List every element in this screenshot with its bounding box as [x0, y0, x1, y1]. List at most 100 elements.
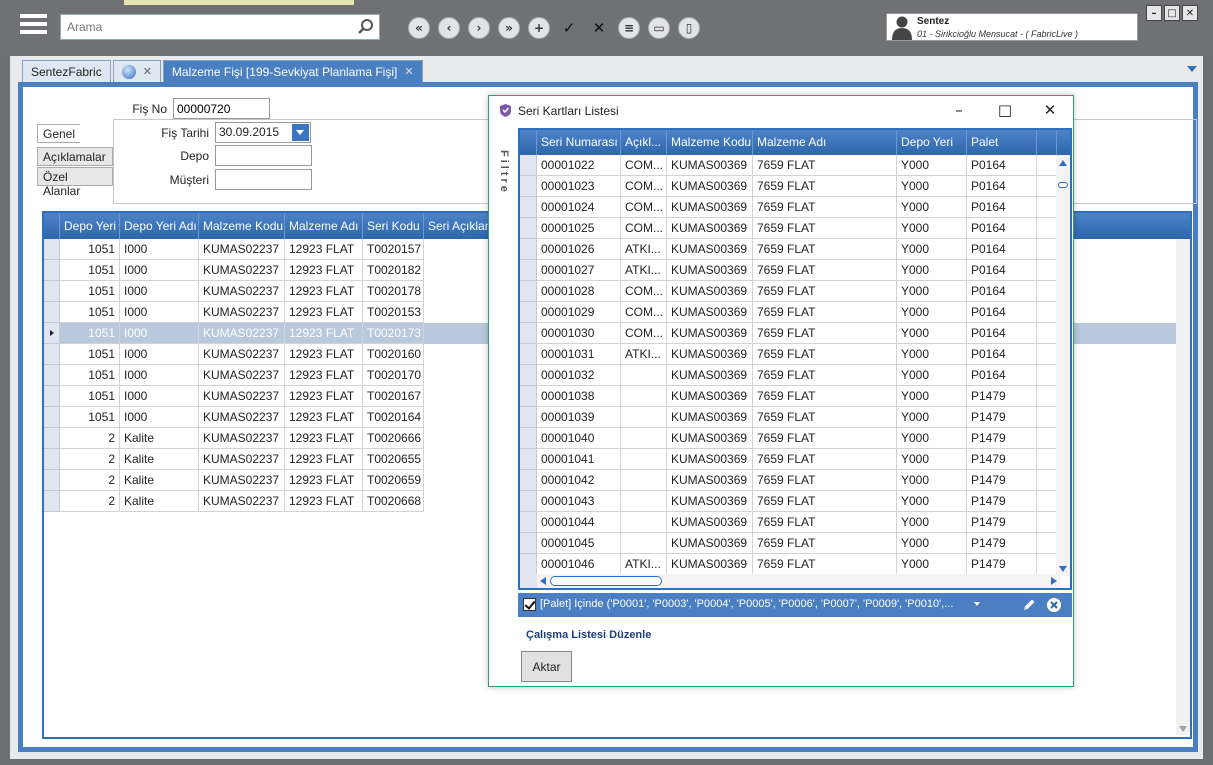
row-indicator[interactable] — [44, 365, 60, 386]
row-indicator[interactable] — [44, 428, 60, 449]
trash-icon[interactable]: ▯ — [678, 17, 700, 39]
row-indicator[interactable] — [520, 344, 537, 365]
scroll-left-icon[interactable] — [540, 577, 546, 585]
seri-grid-vertical-scrollbar[interactable] — [1056, 155, 1070, 576]
fis-tarihi-field[interactable]: 30.09.2015 — [215, 122, 311, 143]
dialog-maximize-icon[interactable]: □ — [990, 100, 1020, 120]
clear-filter-icon[interactable] — [1046, 597, 1062, 613]
table-row[interactable]: 00001031 ATKI... KUMAS00369 7659 FLAT Y000 P0… — [520, 344, 1057, 365]
maximize-icon[interactable]: □ — [1164, 5, 1180, 21]
table-row[interactable]: 00001027 ATKI... KUMAS00369 7659 FLAT Y000 P0… — [520, 260, 1057, 281]
row-indicator[interactable] — [520, 365, 537, 386]
scroll-thumb[interactable] — [550, 576, 662, 586]
scroll-right-icon[interactable] — [1051, 577, 1057, 585]
table-row[interactable]: 00001024 COM... KUMAS00369 7659 FLAT Y000 P01… — [520, 197, 1057, 218]
column-header[interactable]: Depo Yeri Adı — [120, 213, 199, 239]
add-icon[interactable]: + — [528, 17, 550, 39]
row-indicator[interactable] — [44, 449, 60, 470]
scroll-thumb[interactable] — [1058, 182, 1068, 188]
search-icon[interactable] — [357, 18, 375, 36]
search-input[interactable] — [61, 15, 341, 39]
calendar-dropdown-icon[interactable] — [292, 124, 309, 141]
row-indicator[interactable] — [520, 281, 537, 302]
check-icon[interactable]: ✓ — [558, 17, 580, 39]
table-row[interactable]: 00001029 COM... KUMAS00369 7659 FLAT Y000 P01… — [520, 302, 1057, 323]
column-header[interactable]: Depo Yeri — [60, 213, 120, 239]
tab-close-icon[interactable]: ✕ — [404, 65, 413, 78]
last-icon[interactable]: » — [498, 17, 520, 39]
row-indicator[interactable] — [520, 176, 537, 197]
row-indicator[interactable] — [520, 428, 537, 449]
table-row[interactable]: 00001042 KUMAS00369 7659 FLAT Y000 P1479 — [520, 470, 1057, 491]
column-header[interactable]: Seri Numarası — [537, 130, 621, 155]
row-indicator[interactable] — [520, 218, 537, 239]
row-indicator[interactable] — [520, 491, 537, 512]
row-indicator[interactable] — [520, 449, 537, 470]
side-tab-aciklamalar[interactable]: Açıklamalar — [37, 147, 113, 166]
prev-icon[interactable]: ‹ — [438, 17, 460, 39]
row-indicator[interactable] — [44, 260, 60, 281]
row-indicator[interactable] — [520, 407, 537, 428]
close-icon[interactable]: ✕ — [588, 17, 610, 39]
row-indicator[interactable] — [520, 302, 537, 323]
scroll-down-icon[interactable] — [1059, 566, 1067, 572]
tab-close-icon[interactable]: ✕ — [143, 65, 152, 78]
next-icon[interactable]: › — [468, 17, 490, 39]
filter-expression[interactable]: [Palet] İçinde ('P0001', 'P0003', 'P0004… — [540, 598, 970, 610]
column-header[interactable]: Palet — [967, 130, 1037, 155]
dialog-minimize-icon[interactable]: – — [944, 100, 974, 120]
row-indicator[interactable] — [520, 323, 537, 344]
table-row[interactable]: 00001022 COM... KUMAS00369 7659 FLAT Y000 P01… — [520, 155, 1057, 176]
column-header[interactable]: Depo Yeri — [897, 130, 967, 155]
row-indicator[interactable] — [520, 533, 537, 554]
column-header[interactable]: Seri Kodu — [363, 213, 424, 239]
table-row[interactable]: 00001025 COM... KUMAS00369 7659 FLAT Y000 P01… — [520, 218, 1057, 239]
table-row[interactable]: 00001044 KUMAS00369 7659 FLAT Y000 P1479 — [520, 512, 1057, 533]
table-row[interactable]: 00001032 KUMAS00369 7659 FLAT Y000 P0164 — [520, 365, 1057, 386]
column-header[interactable]: Açıkl... — [621, 130, 667, 155]
row-indicator[interactable] — [44, 407, 60, 428]
row-indicator[interactable] — [44, 344, 60, 365]
row-indicator[interactable] — [44, 491, 60, 512]
depo-field[interactable] — [215, 145, 312, 166]
row-indicator[interactable] — [44, 323, 60, 344]
table-row[interactable]: 00001028 COM... KUMAS00369 7659 FLAT Y000 P01… — [520, 281, 1057, 302]
column-header[interactable]: Malzeme Kodu — [667, 130, 753, 155]
dialog-close-icon[interactable]: ✕ — [1035, 100, 1065, 120]
row-indicator[interactable] — [44, 239, 60, 260]
filter-enabled-checkbox[interactable] — [523, 598, 536, 611]
row-indicator[interactable] — [520, 386, 537, 407]
row-indicator[interactable] — [520, 260, 537, 281]
fis-no-field[interactable] — [173, 98, 270, 119]
scroll-up-icon[interactable] — [1059, 160, 1067, 166]
table-row[interactable]: 00001043 KUMAS00369 7659 FLAT Y000 P1479 — [520, 491, 1057, 512]
table-row[interactable]: 00001040 KUMAS00369 7659 FLAT Y000 P1479 — [520, 428, 1057, 449]
grid-vertical-scrollbar[interactable] — [1176, 239, 1190, 735]
row-indicator[interactable] — [520, 155, 537, 176]
table-row[interactable]: 00001026 ATKI... KUMAS00369 7659 FLAT Y000 P0… — [520, 239, 1057, 260]
side-tab-ozel-alanlar[interactable]: Özel Alanlar — [37, 167, 113, 198]
calisma-listesi-link[interactable]: Çalışma Listesi Düzenle — [526, 629, 651, 641]
row-indicator[interactable] — [44, 302, 60, 323]
pencil-icon[interactable] — [1021, 597, 1037, 613]
table-row[interactable]: 00001045 KUMAS00369 7659 FLAT Y000 P1479 — [520, 533, 1057, 554]
aktar-button[interactable]: Aktar — [521, 651, 572, 682]
table-row[interactable]: 00001039 KUMAS00369 7659 FLAT Y000 P1479 — [520, 407, 1057, 428]
window-close-icon[interactable]: ✕ — [1182, 5, 1198, 21]
tab-sentezfabric[interactable]: SentezFabric — [22, 60, 111, 82]
row-indicator[interactable] — [520, 512, 537, 533]
column-header[interactable]: Malzeme Adı — [285, 213, 363, 239]
filter-sidebar[interactable]: Filtre — [495, 128, 513, 618]
table-row[interactable]: 00001030 COM... KUMAS00369 7659 FLAT Y000 P01… — [520, 323, 1057, 344]
row-indicator[interactable] — [520, 470, 537, 491]
menu-icon[interactable]: ≡ — [618, 17, 640, 39]
tab-malzeme-fisi[interactable]: Malzeme Fişi [199-Sevkiyat Planlama Fişi… — [162, 60, 423, 82]
scroll-down-icon[interactable] — [1179, 726, 1187, 732]
keyboard-icon[interactable]: ▭ — [648, 17, 670, 39]
user-box[interactable]: Sentez 01 - Sirikcioğlu Mensucat - ( Fab… — [886, 13, 1138, 41]
row-indicator[interactable] — [520, 554, 537, 575]
filter-dropdown-icon[interactable] — [974, 602, 980, 606]
row-indicator[interactable] — [44, 281, 60, 302]
first-icon[interactable]: « — [408, 17, 430, 39]
row-indicator[interactable] — [520, 239, 537, 260]
